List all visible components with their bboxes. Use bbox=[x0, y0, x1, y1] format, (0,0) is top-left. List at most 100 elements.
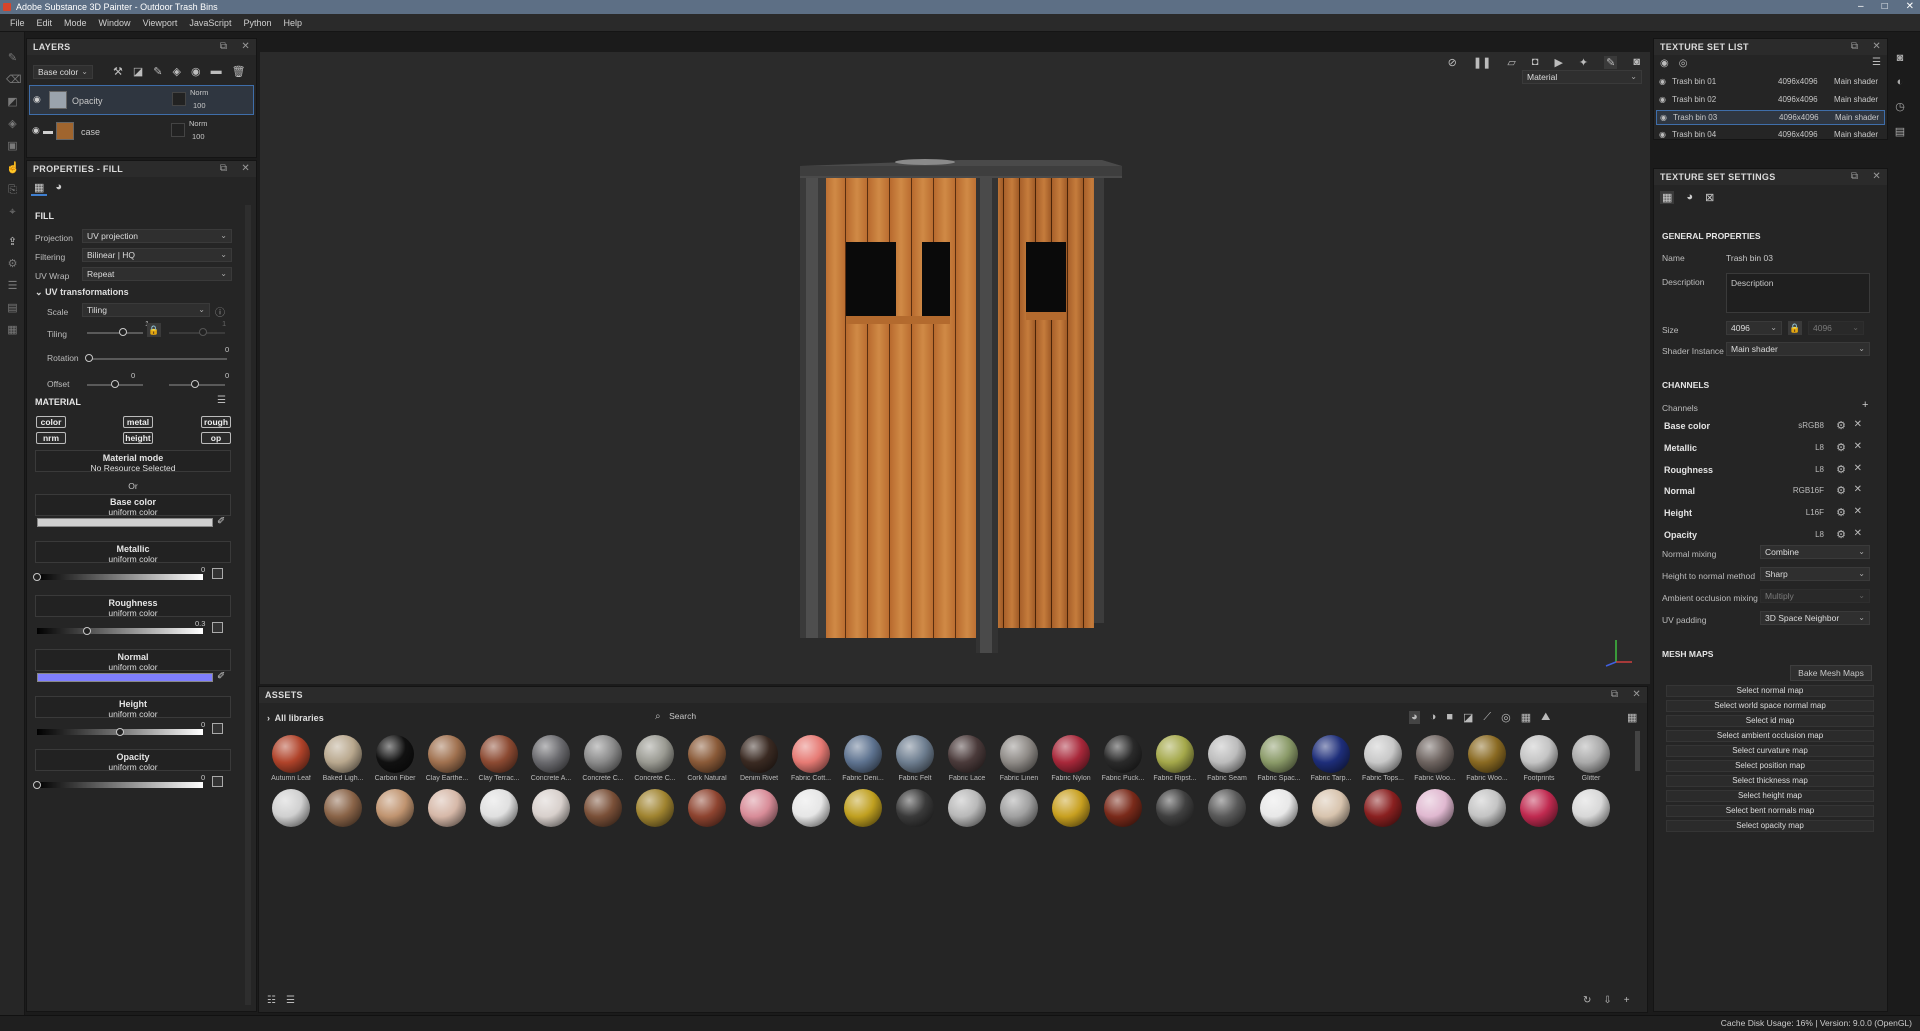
size-select[interactable]: 4096 ⌄ bbox=[1726, 321, 1782, 335]
remove-channel-icon[interactable]: ✕ bbox=[1854, 441, 1862, 452]
texture-picker-icon[interactable] bbox=[212, 776, 223, 787]
assets-search[interactable]: ⌕ Search bbox=[655, 711, 955, 725]
rotation-slider[interactable] bbox=[87, 358, 227, 360]
texture-set-row[interactable]: ◉ Trash bin 03 4096x4096 Main shader bbox=[1656, 110, 1885, 125]
material-thumbnail[interactable] bbox=[844, 789, 882, 827]
lock-icon[interactable]: 🔒 bbox=[1788, 321, 1802, 335]
texture-set-row[interactable]: ◉ Trash bin 04 4096x4096 Main shader bbox=[1656, 128, 1885, 143]
float-panel-icon[interactable]: ⧉ bbox=[220, 39, 227, 55]
mesh-map-slot[interactable]: Select id map bbox=[1666, 715, 1874, 727]
layer-blend-mode[interactable]: Norm bbox=[190, 88, 208, 97]
rotation-knob[interactable] bbox=[85, 354, 93, 362]
texture-picker-icon[interactable] bbox=[212, 723, 223, 734]
opacity-slider[interactable] bbox=[37, 782, 203, 788]
clone-icon[interactable]: ⎘ bbox=[6, 184, 19, 197]
environment-icon[interactable]: ◐ bbox=[1897, 76, 1904, 88]
settings-tab-icon[interactable]: ▦ bbox=[1660, 191, 1675, 204]
offset-knob-1[interactable] bbox=[111, 380, 119, 388]
material-thumbnail[interactable] bbox=[1312, 789, 1350, 827]
material-thumbnail[interactable] bbox=[1468, 789, 1506, 827]
minimize-button[interactable]: – bbox=[1858, 0, 1864, 14]
material-thumbnail[interactable] bbox=[480, 735, 518, 773]
add-group-icon[interactable]: ◉ bbox=[191, 65, 201, 78]
channel-format[interactable]: L8 bbox=[1815, 443, 1824, 452]
channel-settings-icon[interactable]: ⚙ bbox=[1836, 528, 1846, 541]
material-thumbnail[interactable] bbox=[1416, 789, 1454, 827]
add-fill-layer-icon[interactable]: ◈ bbox=[173, 65, 181, 78]
material-thumbnail[interactable] bbox=[376, 789, 414, 827]
chip-color[interactable]: color bbox=[36, 416, 66, 428]
material-menu-icon[interactable]: ☰ bbox=[217, 395, 226, 406]
filter-list-icon[interactable]: ☷ bbox=[267, 995, 276, 1006]
properties-scrollbar[interactable] bbox=[245, 205, 251, 1005]
eyedropper-icon[interactable]: ✐ bbox=[217, 516, 225, 527]
channel-format[interactable]: L16F bbox=[1806, 508, 1824, 517]
filter-particles-icon[interactable]: ◎ bbox=[1501, 711, 1511, 724]
texture-set-row[interactable]: ◉ Trash bin 01 4096x4096 Main shader bbox=[1656, 75, 1885, 90]
screenshot-icon[interactable]: ◙ bbox=[1633, 56, 1640, 69]
material-tab-icon[interactable]: ◕ bbox=[1686, 191, 1693, 204]
material-thumbnail[interactable] bbox=[844, 735, 882, 773]
material-thumbnail[interactable] bbox=[1312, 735, 1350, 773]
material-thumbnail[interactable] bbox=[1104, 735, 1142, 773]
material-tab-icon[interactable]: ◕ bbox=[55, 181, 62, 196]
filter-materials-icon[interactable]: ◕ bbox=[1409, 711, 1420, 724]
close-button[interactable]: ✕ bbox=[1906, 0, 1914, 14]
add-paint-layer-icon[interactable]: ✎ bbox=[153, 65, 162, 78]
eyedropper-icon[interactable]: ✐ bbox=[217, 671, 225, 682]
menu-help[interactable]: Help bbox=[277, 18, 308, 28]
layer-row[interactable]: ◉ Opacity Norm 100 bbox=[29, 85, 254, 115]
filter-alphas-icon[interactable]: ▦ bbox=[1521, 711, 1531, 724]
paint-brush-icon[interactable]: ✎ bbox=[6, 52, 19, 65]
chip-nrm[interactable]: nrm bbox=[36, 432, 66, 444]
hide-ui-icon[interactable]: ⊘ bbox=[1448, 56, 1457, 69]
channel-row[interactable]: Metallic L8 ⚙ ✕ bbox=[1664, 439, 1868, 457]
channel-row[interactable]: Base color sRGB8 ⚙ ✕ bbox=[1664, 417, 1868, 435]
material-thumbnail[interactable] bbox=[428, 735, 466, 773]
mesh-map-slot[interactable]: Select height map bbox=[1666, 790, 1874, 802]
projection-select[interactable]: UV projection ⌄ bbox=[82, 229, 232, 243]
material-thumbnail[interactable] bbox=[584, 735, 622, 773]
material-thumbnail[interactable] bbox=[376, 735, 414, 773]
menu-javascript[interactable]: JavaScript bbox=[183, 18, 237, 28]
channel-row[interactable]: Height L16F ⚙ ✕ bbox=[1664, 504, 1868, 522]
geometry-mask-icon[interactable]: ◈ bbox=[6, 118, 19, 131]
filter-environments-icon[interactable]: ⛰ bbox=[1541, 711, 1550, 724]
add-mask-icon[interactable]: ◪ bbox=[133, 65, 143, 78]
material-thumbnail[interactable] bbox=[1468, 735, 1506, 773]
menu-viewport[interactable]: Viewport bbox=[137, 18, 184, 28]
float-panel-icon[interactable]: ⧉ bbox=[1851, 39, 1858, 55]
height-to-normal-select[interactable]: Sharp ⌄ bbox=[1760, 567, 1870, 581]
texture-set-row[interactable]: ◉ Trash bin 02 4096x4096 Main shader bbox=[1656, 93, 1885, 108]
channel-settings-icon[interactable]: ⚙ bbox=[1836, 484, 1846, 497]
material-thumbnail[interactable] bbox=[1000, 735, 1038, 773]
menu-mode[interactable]: Mode bbox=[58, 18, 93, 28]
metallic-knob[interactable] bbox=[33, 573, 41, 581]
channel-row[interactable]: Opacity L8 ⚙ ✕ bbox=[1664, 526, 1868, 544]
menu-window[interactable]: Window bbox=[93, 18, 137, 28]
bake-mesh-maps-button[interactable]: Bake Mesh Maps bbox=[1790, 665, 1872, 681]
projection-icon[interactable]: ◩ bbox=[6, 96, 19, 109]
chip-height[interactable]: height bbox=[123, 432, 153, 444]
material-thumbnail[interactable] bbox=[1052, 789, 1090, 827]
close-panel-icon[interactable]: ✕ bbox=[1872, 169, 1881, 185]
material-thumbnail[interactable] bbox=[896, 789, 934, 827]
lock-icon[interactable]: 🔒 bbox=[147, 323, 161, 337]
chip-metal[interactable]: metal bbox=[123, 416, 153, 428]
library-icon[interactable]: ▦ bbox=[6, 324, 19, 337]
material-thumbnail[interactable] bbox=[324, 735, 362, 773]
material-thumbnail[interactable] bbox=[480, 789, 518, 827]
remove-channel-icon[interactable]: ✕ bbox=[1854, 484, 1862, 495]
tiling-knob[interactable] bbox=[119, 328, 127, 336]
uv-transformations-toggle[interactable]: ⌄ UV transformations bbox=[35, 287, 129, 298]
material-thumbnail[interactable] bbox=[1364, 735, 1402, 773]
layer-blend-mode[interactable]: Norm bbox=[189, 119, 207, 128]
filter-masks-icon[interactable]: ■ bbox=[1446, 711, 1453, 724]
info-icon[interactable]: ⓘ bbox=[215, 304, 225, 319]
menu-file[interactable]: File bbox=[4, 18, 31, 28]
height-knob[interactable] bbox=[116, 728, 124, 736]
visibility-eye-icon[interactable]: ◉ bbox=[1659, 128, 1666, 142]
add-asset-icon[interactable]: + bbox=[1624, 995, 1630, 1006]
remove-channel-icon[interactable]: ✕ bbox=[1854, 419, 1862, 430]
metallic-slider[interactable] bbox=[37, 574, 203, 580]
